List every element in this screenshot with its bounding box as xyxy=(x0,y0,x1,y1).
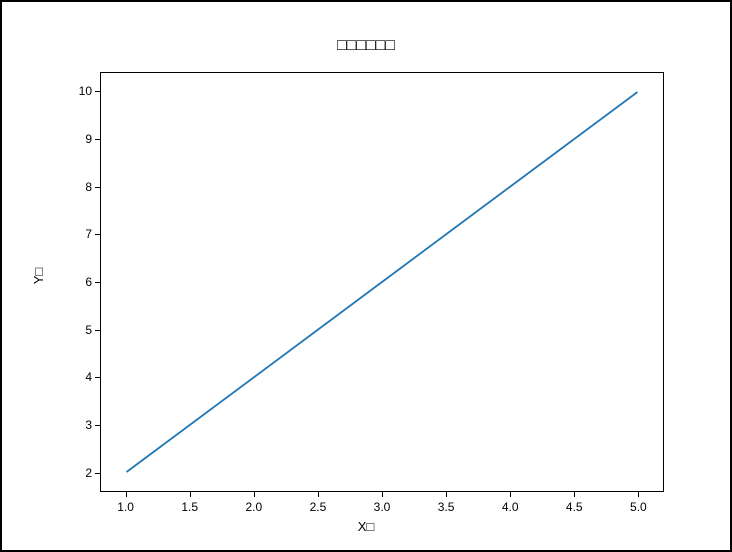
y-tick-label: 3 xyxy=(70,418,92,432)
y-tick-mark xyxy=(95,139,100,140)
x-tick-label: 3.0 xyxy=(374,500,391,514)
x-tick-mark xyxy=(638,492,639,497)
line-chart-svg xyxy=(101,73,663,491)
x-tick-label: 4.0 xyxy=(502,500,519,514)
data-line xyxy=(127,92,638,472)
x-tick-label: 1.5 xyxy=(181,500,198,514)
x-tick-label: 5.0 xyxy=(630,500,647,514)
y-tick-mark xyxy=(95,282,100,283)
y-axis-label: Y□ xyxy=(31,268,46,285)
y-tick-label: 9 xyxy=(70,132,92,146)
x-tick-label: 2.0 xyxy=(245,500,262,514)
x-tick-label: 2.5 xyxy=(310,500,327,514)
y-tick-label: 2 xyxy=(70,466,92,480)
x-tick-label: 1.0 xyxy=(117,500,134,514)
y-tick-mark xyxy=(95,377,100,378)
y-tick-mark xyxy=(95,91,100,92)
chart-container: □□□□□□ Y□ 1.0 1.5 2.0 2.5 3.0 3.5 4.0 4.5 5.0 2 3… xyxy=(2,2,730,550)
x-tick-mark xyxy=(382,492,383,497)
y-tick-mark xyxy=(95,330,100,331)
x-tick-mark xyxy=(510,492,511,497)
y-tick-mark xyxy=(95,473,100,474)
y-tick-mark xyxy=(95,425,100,426)
y-tick-mark xyxy=(95,234,100,235)
x-tick-mark xyxy=(446,492,447,497)
y-tick-mark xyxy=(95,187,100,188)
x-tick-label: 4.5 xyxy=(566,500,583,514)
chart-title: □□□□□□ xyxy=(2,37,730,55)
y-tick-label: 5 xyxy=(70,323,92,337)
x-tick-mark xyxy=(190,492,191,497)
y-tick-label: 6 xyxy=(70,275,92,289)
x-tick-mark xyxy=(126,492,127,497)
x-axis-label: X□ xyxy=(2,519,730,534)
plot-area xyxy=(100,72,664,492)
chart-frame: □□□□□□ Y□ 1.0 1.5 2.0 2.5 3.0 3.5 4.0 4.5 5.0 2 3… xyxy=(0,0,732,552)
y-tick-label: 10 xyxy=(70,84,92,98)
y-tick-label: 8 xyxy=(70,180,92,194)
x-tick-mark xyxy=(318,492,319,497)
y-tick-label: 7 xyxy=(70,227,92,241)
y-tick-label: 4 xyxy=(70,370,92,384)
x-tick-mark xyxy=(254,492,255,497)
x-tick-mark xyxy=(574,492,575,497)
x-tick-label: 3.5 xyxy=(438,500,455,514)
